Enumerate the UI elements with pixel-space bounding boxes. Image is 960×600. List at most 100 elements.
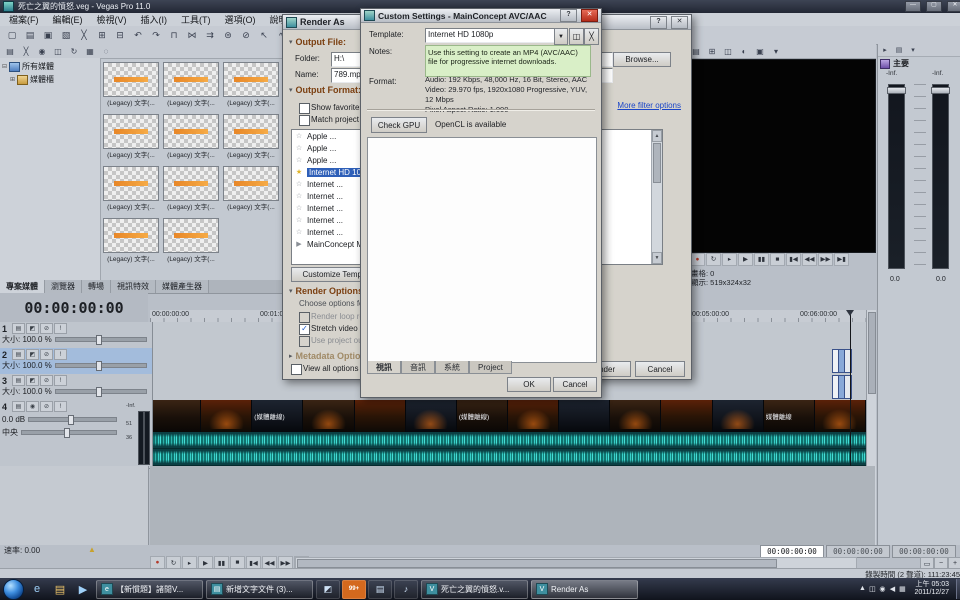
settings-tab[interactable]: 音訊 [401,361,435,374]
project-properties-icon[interactable]: ▧ [58,28,74,43]
external-monitor-icon[interactable]: ▣ [753,45,767,57]
track-header-4-audio[interactable]: 4 ▤ ◉ ⊘ ! 0.0 dB 中央 -Inf. 51 36 [0,400,153,469]
split-screen-view-icon[interactable]: ◫ [721,45,735,57]
scroll-up-icon[interactable]: ▲ [652,130,662,142]
media-properties-icon[interactable]: ▤ [3,45,17,57]
favorite-star-icon[interactable]: ★ [294,168,304,176]
tray-volume-icon[interactable]: ◀ [887,585,897,593]
audio-waveform-right[interactable] [150,449,866,466]
scrollbar-thumb[interactable] [653,143,661,183]
settings-tab[interactable]: 視訊 [367,361,401,374]
media-thumbnail[interactable]: (Legacy) 文字(... [103,114,159,163]
tray-network-icon[interactable]: ▦ [897,585,907,593]
solo-icon[interactable]: ! [54,375,67,386]
video-event[interactable] [406,400,457,432]
menu-item[interactable]: 檔案(F) [2,13,46,26]
video-event[interactable] [150,400,201,432]
dialog-close-button[interactable]: ✕ [671,16,688,29]
favorite-star-icon[interactable]: ☆ [294,192,304,200]
render-loop-region-checkbox[interactable] [299,312,310,323]
media-thumbnail[interactable]: (Legacy) 文字(... [103,166,159,215]
favorite-star-icon[interactable]: ☆ [294,156,304,164]
taskbar-task-notepad[interactable]: ▤ 新增文字文件 (3)... [206,580,313,599]
record-button[interactable]: ● [690,253,705,266]
insert-bus-icon[interactable]: ▸ [879,45,891,55]
new-project-icon[interactable]: ▢ [4,28,20,43]
dock-tab[interactable]: 轉場 [82,280,111,293]
show-desktop-button[interactable] [956,579,960,599]
favorite-star-icon[interactable]: ☆ [294,204,304,212]
favorite-star-icon[interactable]: ☆ [294,180,304,188]
video-event[interactable]: (媒體離線) [457,400,508,432]
dialog-close-button[interactable]: ✕ [581,9,598,22]
master-fader-right[interactable] [932,84,949,269]
media-thumbnail[interactable]: (Legacy) 文字(... [163,166,219,215]
tree-expander-icon[interactable]: ⊟ [2,63,7,70]
taskbar-task-vegas[interactable]: V 死亡之翼的憤怒.v... [421,580,528,599]
render-options-section-header[interactable]: ▾ Render Options [289,286,363,296]
dialog-help-button[interactable]: ? [650,16,667,29]
go-to-end-button[interactable]: ▶▮ [834,253,849,266]
auto-ripple-icon[interactable]: ⇉ [202,28,218,43]
tree-expander-icon[interactable]: ⊞ [10,76,15,83]
video-event[interactable] [661,400,712,432]
media-search-icon[interactable]: ◌ [99,45,113,57]
capture-video-icon[interactable]: ◉ [35,45,49,57]
track-fx-icon[interactable]: ▤ [12,401,25,412]
output-file-section-header[interactable]: ▾ Output File: [289,37,346,47]
show-favorites-checkbox[interactable] [299,103,310,114]
taskbar-pinned-app-2[interactable]: 99+ [342,580,366,599]
favorite-star-icon[interactable]: ☆ [294,228,304,236]
taskbar-task-browser[interactable]: e 【新慣題】諸閒V... [96,580,203,599]
step-back-button[interactable]: ◀◀ [802,253,817,266]
master-fader-left[interactable] [888,84,905,269]
maximize-button[interactable]: ▢ [926,1,942,12]
favorite-star-icon[interactable]: ▶ [294,240,304,248]
video-event[interactable] [815,400,866,432]
ignore-grouping-icon[interactable]: ⊘ [238,28,254,43]
media-thumbnail[interactable]: (Legacy) 文字(... [163,62,219,111]
dock-tab[interactable]: 視訊特效 [111,280,156,293]
tray-status-icon[interactable]: ◉ [877,585,887,593]
enable-snapping-icon[interactable]: ⊓ [166,28,182,43]
more-filter-options-link[interactable]: More filter options [617,101,681,110]
cursor-timecode-display[interactable]: 00:00:00:00 [0,293,148,323]
output-format-section-header[interactable]: ▾ Output Format: [289,85,361,95]
menu-item[interactable]: 插入(I) [134,13,175,26]
match-project-checkbox[interactable] [299,115,310,126]
video-event[interactable] [713,400,764,432]
render-cancel-button[interactable]: Cancel [635,361,685,377]
solo-icon[interactable]: ! [54,349,67,360]
tray-show-hidden-icon[interactable]: ▲ [857,585,867,593]
solo-icon[interactable]: ! [54,323,67,334]
save-project-icon[interactable]: ▣ [40,28,56,43]
custom-settings-titlebar[interactable]: Custom Settings - MainConcept AVC/AAC ? … [361,9,601,23]
paste-icon[interactable]: ⊟ [112,28,128,43]
delete-template-icon[interactable]: ╳ [584,28,599,45]
lock-envelopes-icon[interactable]: ⊜ [220,28,236,43]
meter-options-icon[interactable]: ▾ [907,45,919,55]
dock-tab[interactable]: 專案媒體 [0,280,45,293]
record-arm-icon[interactable]: ◉ [26,401,39,412]
mixer-properties-icon[interactable]: ▤ [893,45,905,55]
grab-frame-icon[interactable]: ◐ [737,45,751,57]
menu-item[interactable]: 選項(O) [218,13,263,26]
video-event[interactable] [355,400,406,432]
track-level-slider[interactable] [55,389,147,394]
dialog-help-button[interactable]: ? [560,9,577,22]
template-combobox[interactable]: Internet HD 1080p [425,28,560,43]
taskbar-media-player-icon[interactable]: ▶ [73,580,93,598]
dock-tab[interactable]: 媒體產生器 [156,280,209,293]
start-button[interactable] [3,579,24,600]
menu-item[interactable]: 檢視(V) [90,13,134,26]
track-volume-slider[interactable] [28,417,117,422]
browse-button[interactable]: Browse... [613,52,671,67]
mute-icon[interactable]: ⊘ [40,349,53,360]
compositing-mode-icon[interactable]: ◩ [26,323,39,334]
remove-media-icon[interactable]: ╳ [19,45,33,57]
normal-edit-tool-icon[interactable]: ↖ [256,28,272,43]
refresh-media-icon[interactable]: ↻ [67,45,81,57]
cut-icon[interactable]: ╳ [76,28,92,43]
stretch-video-checkbox[interactable]: ✓ [299,324,310,335]
track-header-3[interactable]: 3 ▤ ◩ ⊘ ! 大小: 100.0 % [0,374,153,403]
